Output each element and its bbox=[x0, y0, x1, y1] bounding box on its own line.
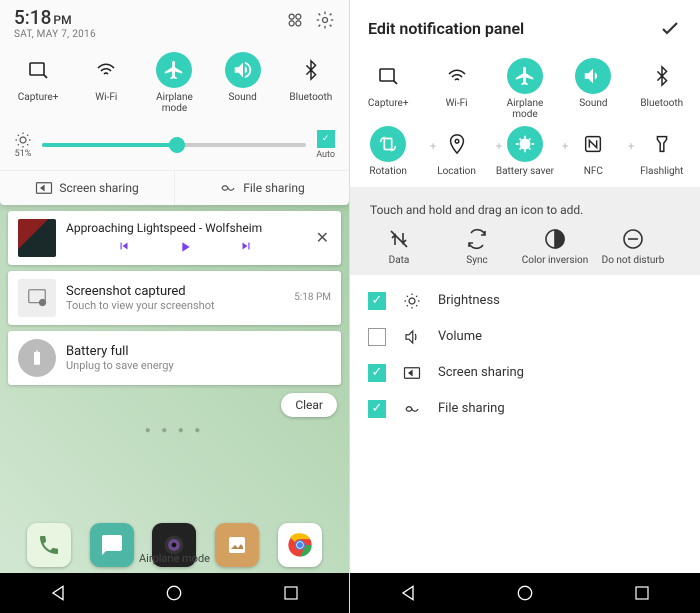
tile-battery-saver[interactable]: Battery saver bbox=[495, 126, 555, 177]
qs-capture[interactable]: Capture+ bbox=[8, 52, 68, 114]
toggle-brightness[interactable]: ✓Brightness bbox=[350, 283, 700, 319]
close-icon[interactable]: ✕ bbox=[314, 226, 331, 249]
volume-icon bbox=[402, 328, 422, 346]
notification-shade: 5:18PM SAT, MAY 7, 2016 Capture+ Wi-Fi A… bbox=[0, 0, 349, 205]
brightness-icon bbox=[402, 292, 422, 310]
page-dots: ● ● ● ● bbox=[0, 423, 349, 438]
settings-icon[interactable] bbox=[315, 10, 335, 30]
qs-airplane[interactable]: Airplane mode bbox=[144, 52, 204, 114]
clear-button[interactable]: Clear bbox=[281, 393, 337, 417]
edit-title: Edit notification panel bbox=[368, 19, 524, 38]
tile-color-inversion[interactable]: Color inversion bbox=[520, 227, 590, 267]
quick-settings-row: Capture+ Wi-Fi Airplane mode Sound Bluet… bbox=[0, 44, 349, 124]
notification-list: Approaching Lightspeed - Wolfsheim ✕ Scr… bbox=[0, 211, 349, 385]
battery-icon bbox=[18, 339, 56, 377]
tile-wifi[interactable]: Wi-Fi bbox=[427, 58, 487, 120]
qs-bluetooth[interactable]: Bluetooth bbox=[281, 52, 341, 114]
recent-button[interactable] bbox=[261, 573, 321, 613]
toggle-volume[interactable]: Volume bbox=[350, 319, 700, 355]
toggle-list: ✓Brightness Volume ✓Screen sharing ✓File… bbox=[350, 275, 700, 427]
home-button[interactable] bbox=[495, 573, 555, 613]
next-track-icon[interactable] bbox=[239, 239, 253, 255]
media-notification[interactable]: Approaching Lightspeed - Wolfsheim ✕ bbox=[8, 211, 341, 265]
auto-brightness-checkbox[interactable]: ✓Auto bbox=[316, 130, 335, 160]
play-icon[interactable] bbox=[177, 239, 193, 255]
ampm-text: PM bbox=[53, 13, 71, 27]
tile-flashlight[interactable]: Flashlight bbox=[632, 126, 692, 177]
notification-shade-screen: 5:18PM SAT, MAY 7, 2016 Capture+ Wi-Fi A… bbox=[0, 0, 350, 613]
tile-sound[interactable]: Sound bbox=[563, 58, 623, 120]
file-sharing-icon bbox=[402, 402, 422, 416]
tile-data[interactable]: Data bbox=[364, 227, 434, 267]
recent-button[interactable] bbox=[612, 573, 672, 613]
edit-header: Edit notification panel bbox=[350, 0, 700, 50]
screen-sharing-button[interactable]: Screen sharing bbox=[0, 171, 174, 205]
active-tiles: Capture+ Wi-Fi Airplane mode Sound Bluet… bbox=[350, 50, 700, 187]
account-switch-icon[interactable] bbox=[285, 10, 305, 30]
inactive-tiles: Touch and hold and drag an icon to add. … bbox=[350, 187, 700, 275]
tile-rotation[interactable]: Rotation bbox=[358, 126, 418, 177]
file-sharing-button[interactable]: File sharing bbox=[174, 171, 349, 205]
tile-airplane[interactable]: Airplane mode bbox=[495, 58, 555, 120]
tile-capture[interactable]: Capture+ bbox=[358, 58, 418, 120]
edit-panel-screen: Edit notification panel Capture+ Wi-Fi A… bbox=[350, 0, 700, 613]
brightness-icon: 51% bbox=[14, 131, 32, 159]
navigation-bar bbox=[350, 573, 700, 613]
date-text: SAT, MAY 7, 2016 bbox=[14, 29, 96, 40]
notification-item[interactable]: Battery full Unplug to save energy bbox=[8, 331, 341, 385]
screenshot-icon bbox=[18, 279, 56, 317]
back-button[interactable] bbox=[378, 573, 438, 613]
prev-track-icon[interactable] bbox=[117, 239, 131, 255]
tile-sync[interactable]: Sync bbox=[442, 227, 512, 267]
qs-sound[interactable]: Sound bbox=[213, 52, 273, 114]
notification-item[interactable]: Screenshot captured Touch to view your s… bbox=[8, 271, 341, 325]
tile-bluetooth[interactable]: Bluetooth bbox=[632, 58, 692, 120]
hint-text: Touch and hold and drag an icon to add. bbox=[364, 201, 686, 227]
dock-label: Airplane mode bbox=[0, 552, 349, 565]
album-art bbox=[18, 219, 56, 257]
media-title: Approaching Lightspeed - Wolfsheim bbox=[66, 221, 304, 235]
share-row: Screen sharing File sharing bbox=[0, 170, 349, 205]
confirm-icon[interactable] bbox=[658, 16, 682, 40]
tile-nfc[interactable]: NFC bbox=[563, 126, 623, 177]
home-button[interactable] bbox=[144, 573, 204, 613]
clock: 5:18PM SAT, MAY 7, 2016 bbox=[14, 8, 96, 40]
time-text: 5:18 bbox=[14, 6, 51, 29]
navigation-bar bbox=[0, 573, 349, 613]
screen-sharing-icon bbox=[402, 366, 422, 380]
brightness-slider[interactable] bbox=[42, 143, 306, 147]
back-button[interactable] bbox=[28, 573, 88, 613]
toggle-file-sharing[interactable]: ✓File sharing bbox=[350, 391, 700, 427]
qs-wifi[interactable]: Wi-Fi bbox=[76, 52, 136, 114]
tile-dnd[interactable]: Do not disturb bbox=[598, 227, 668, 267]
brightness-row: 51% ✓Auto bbox=[0, 124, 349, 170]
toggle-screen-sharing[interactable]: ✓Screen sharing bbox=[350, 355, 700, 391]
status-row: 5:18PM SAT, MAY 7, 2016 bbox=[0, 0, 349, 44]
